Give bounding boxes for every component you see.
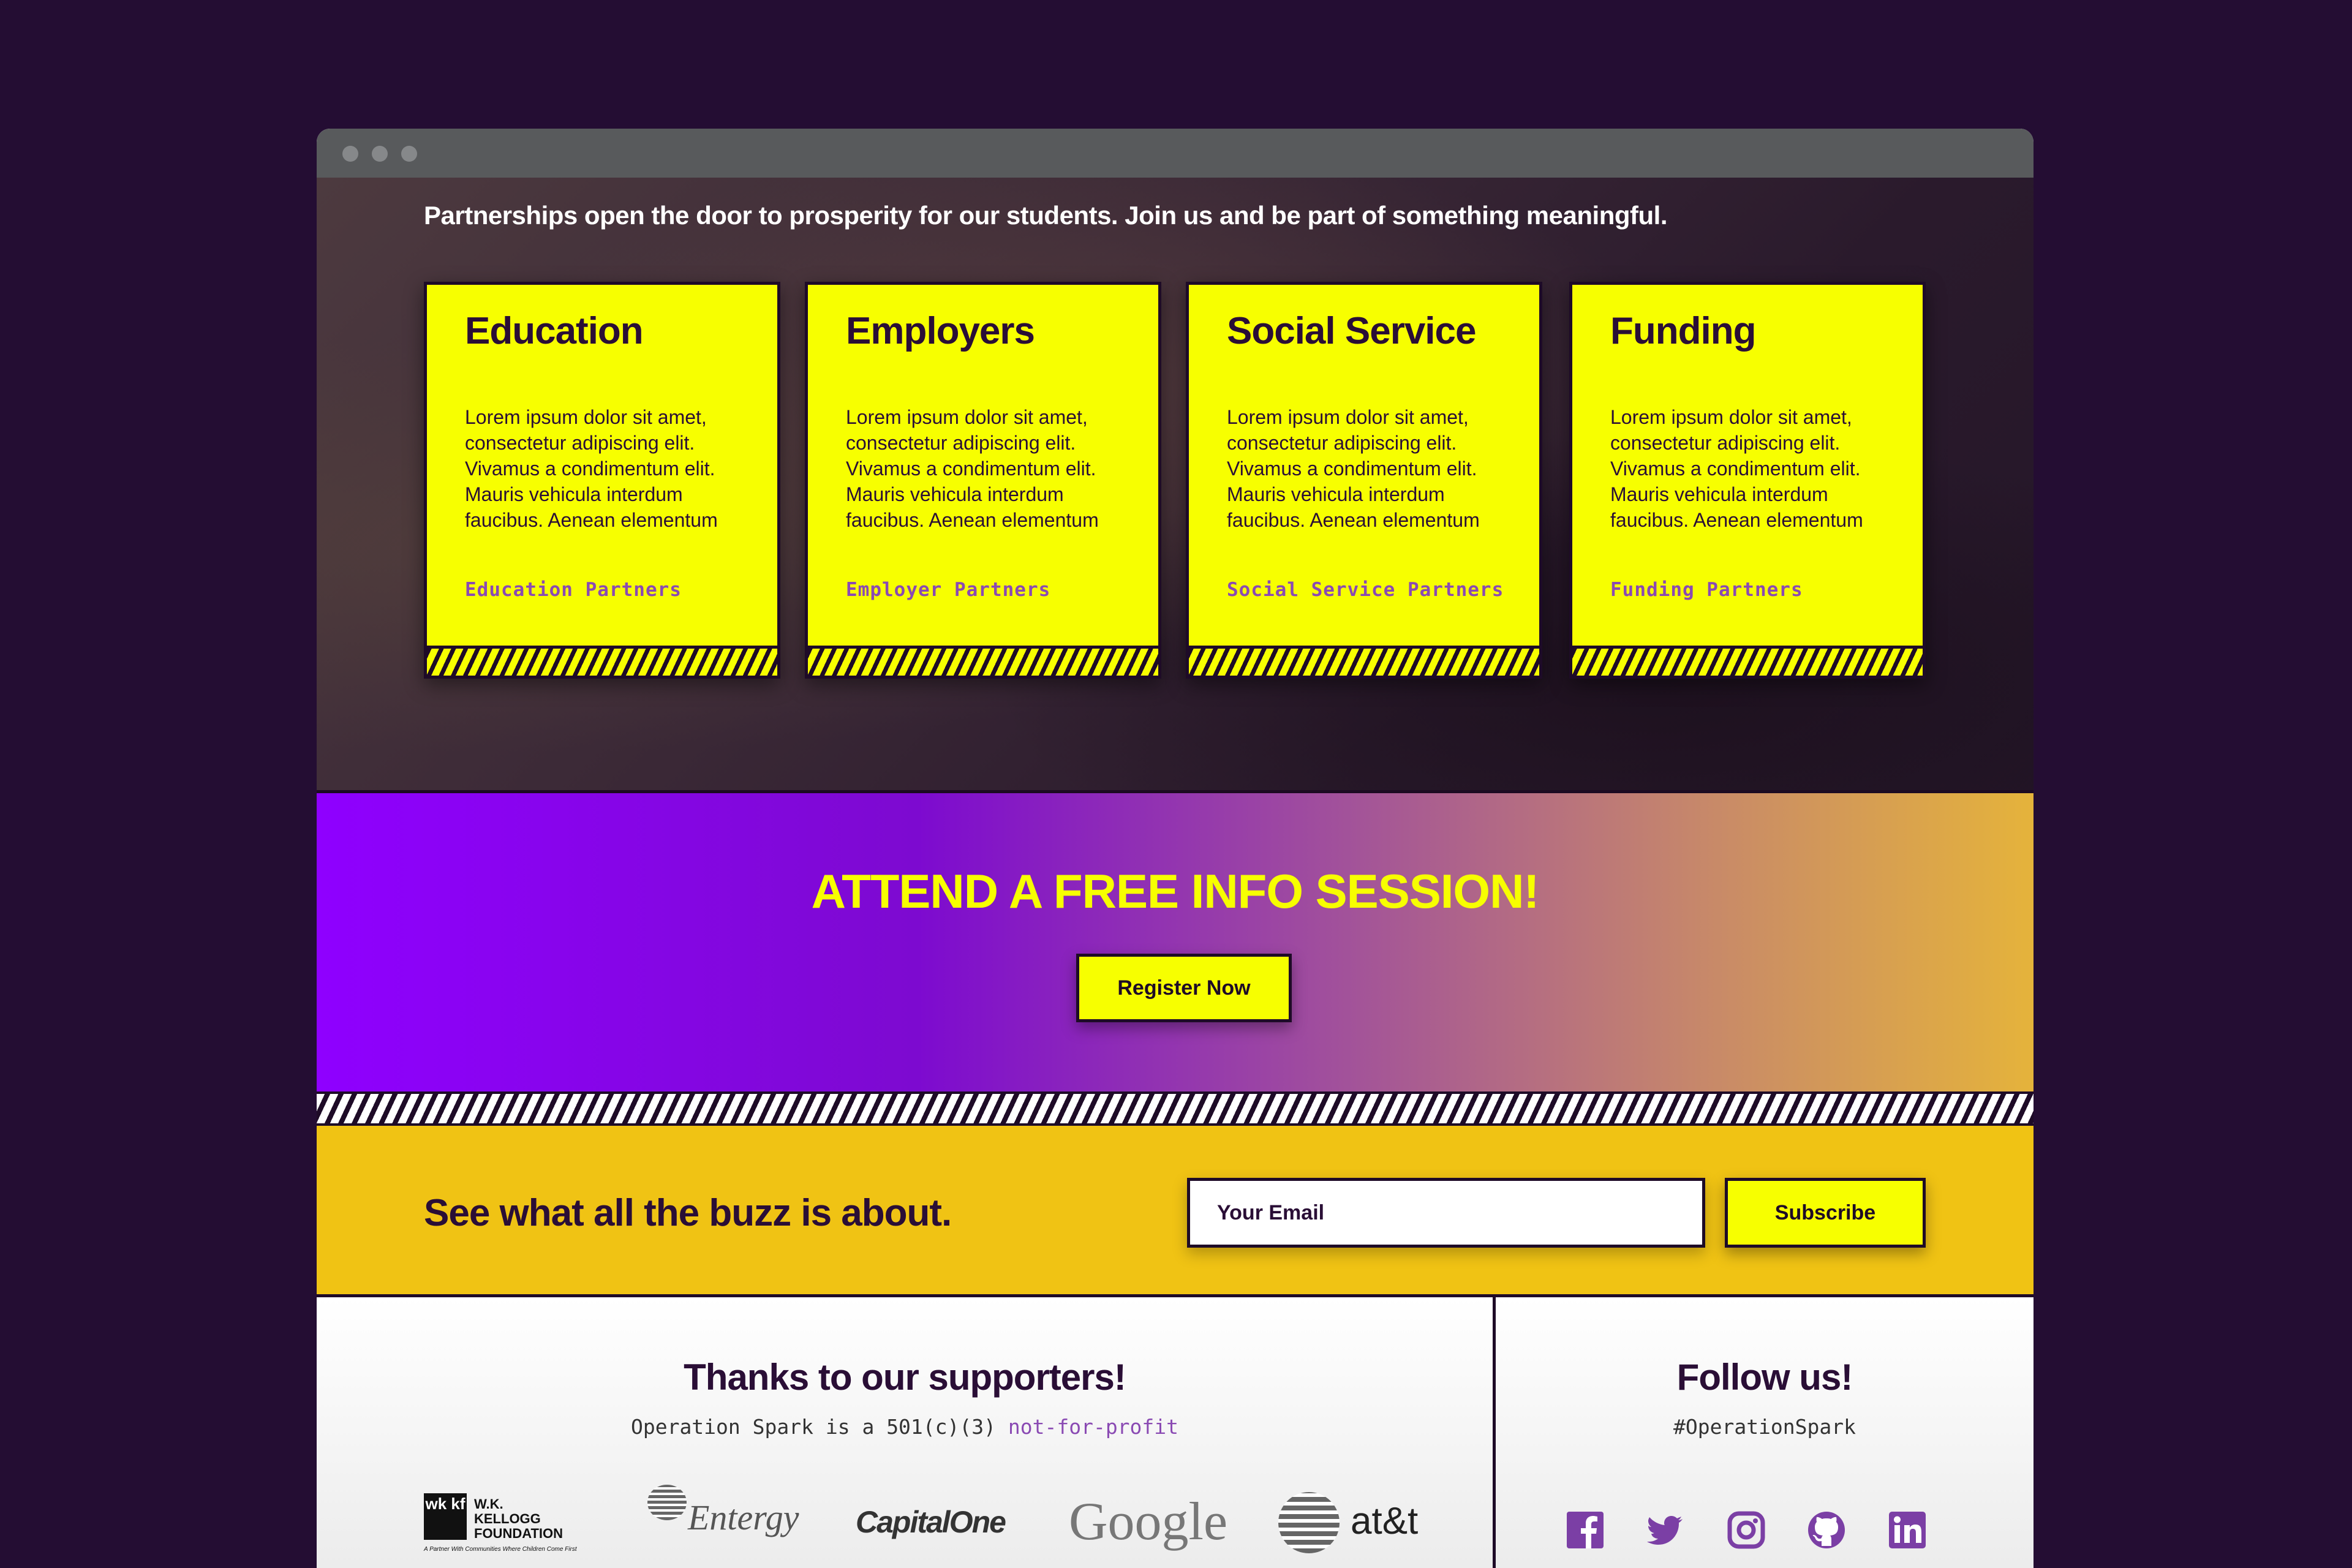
instagram-icon[interactable]	[1727, 1510, 1766, 1550]
card-funding: Funding Lorem ipsum dolor sit amet, cons…	[1569, 282, 1926, 679]
education-partners-link[interactable]: Education Partners	[465, 579, 682, 601]
google-logo[interactable]: Google	[1069, 1491, 1227, 1553]
card-body: Lorem ipsum dolor sit amet, consectetur …	[1610, 406, 1863, 531]
card-stripe	[1572, 646, 1923, 676]
att-globe-icon	[1278, 1492, 1340, 1553]
footer: Thanks to our supporters! Operation Spar…	[317, 1297, 2034, 1568]
wkkf-tagline: A Partner With Communities Where Childre…	[424, 1546, 577, 1553]
linkedin-icon[interactable]	[1888, 1510, 1927, 1550]
att-wordmark: at&t	[1351, 1500, 1419, 1542]
nonprofit-text: Operation Spark is a 501(c)(3)	[630, 1415, 996, 1439]
entergy-wave-icon	[647, 1485, 687, 1520]
wkkf-name: W.K. KELLOGG FOUNDATION	[474, 1497, 563, 1541]
wkkf-name-line: W.K.	[474, 1496, 503, 1512]
entergy-wordmark: Entergy	[688, 1498, 799, 1537]
card-title: Funding	[1610, 310, 1756, 352]
card-body: Lorem ipsum dolor sit amet, consectetur …	[846, 406, 1099, 531]
not-for-profit-link[interactable]: not-for-profit	[1008, 1415, 1178, 1439]
wkkf-name-line: FOUNDATION	[474, 1526, 564, 1541]
newsletter-section: See what all the buzz is about. Subscrib…	[317, 1126, 2034, 1297]
browser-window: Partnerships open the door to prosperity…	[317, 129, 2034, 1568]
social-service-partners-link[interactable]: Social Service Partners	[1227, 579, 1504, 601]
facebook-icon[interactable]	[1566, 1510, 1605, 1550]
card-stripe	[427, 646, 777, 676]
follow-us-title: Follow us!	[1676, 1357, 1853, 1398]
employer-partners-link[interactable]: Employer Partners	[846, 579, 1050, 601]
info-session-banner: ATTEND A FREE INFO SESSION! Register Now	[317, 793, 2034, 1091]
window-close-dot[interactable]	[342, 146, 358, 162]
newsletter-heading: See what all the buzz is about.	[424, 1192, 952, 1234]
card-body: Lorem ipsum dolor sit amet, consectetur …	[465, 406, 718, 531]
card-social-service: Social Service Lorem ipsum dolor sit ame…	[1186, 282, 1542, 679]
window-minimize-dot[interactable]	[372, 146, 388, 162]
github-icon[interactable]	[1807, 1510, 1846, 1550]
supporters-title: Thanks to our supporters!	[684, 1357, 1126, 1398]
card-education: Education Lorem ipsum dolor sit amet, co…	[424, 282, 780, 679]
subscribe-button[interactable]: Subscribe	[1725, 1178, 1926, 1248]
wkkf-name-line: KELLOGG	[474, 1511, 541, 1526]
section-divider-stripe	[317, 1091, 2034, 1126]
partners-hero: Partnerships open the door to prosperity…	[317, 178, 2034, 793]
hero-intro-text: Partnerships open the door to prosperity…	[424, 201, 1667, 230]
card-title: Employers	[846, 310, 1035, 352]
card-title: Social Service	[1227, 310, 1476, 352]
card-stripe	[808, 646, 1158, 676]
supporters-subtitle: Operation Spark is a 501(c)(3) not-for-p…	[317, 1415, 1493, 1439]
window-maximize-dot[interactable]	[401, 146, 417, 162]
funding-partners-link[interactable]: Funding Partners	[1610, 579, 1803, 601]
card-employers: Employers Lorem ipsum dolor sit amet, co…	[805, 282, 1161, 679]
card-title: Education	[465, 310, 644, 352]
capital-one-logo[interactable]: CapitalOne	[856, 1504, 1006, 1540]
card-stripe	[1189, 646, 1539, 676]
hashtag-text: #OperationSpark	[1673, 1415, 1856, 1439]
window-titlebar	[317, 129, 2034, 178]
register-now-button[interactable]: Register Now	[1076, 954, 1292, 1022]
wk-kellogg-foundation-logo[interactable]: wk kf W.K. KELLOGG FOUNDATION A Partner …	[424, 1493, 577, 1555]
info-session-heading: ATTEND A FREE INFO SESSION!	[811, 864, 1540, 918]
entergy-logo[interactable]: Entergy	[647, 1485, 799, 1537]
email-field[interactable]	[1187, 1178, 1705, 1248]
twitter-icon[interactable]	[1646, 1510, 1685, 1550]
wkkf-mark: wk kf	[424, 1493, 467, 1540]
card-body: Lorem ipsum dolor sit amet, consectetur …	[1227, 406, 1480, 531]
